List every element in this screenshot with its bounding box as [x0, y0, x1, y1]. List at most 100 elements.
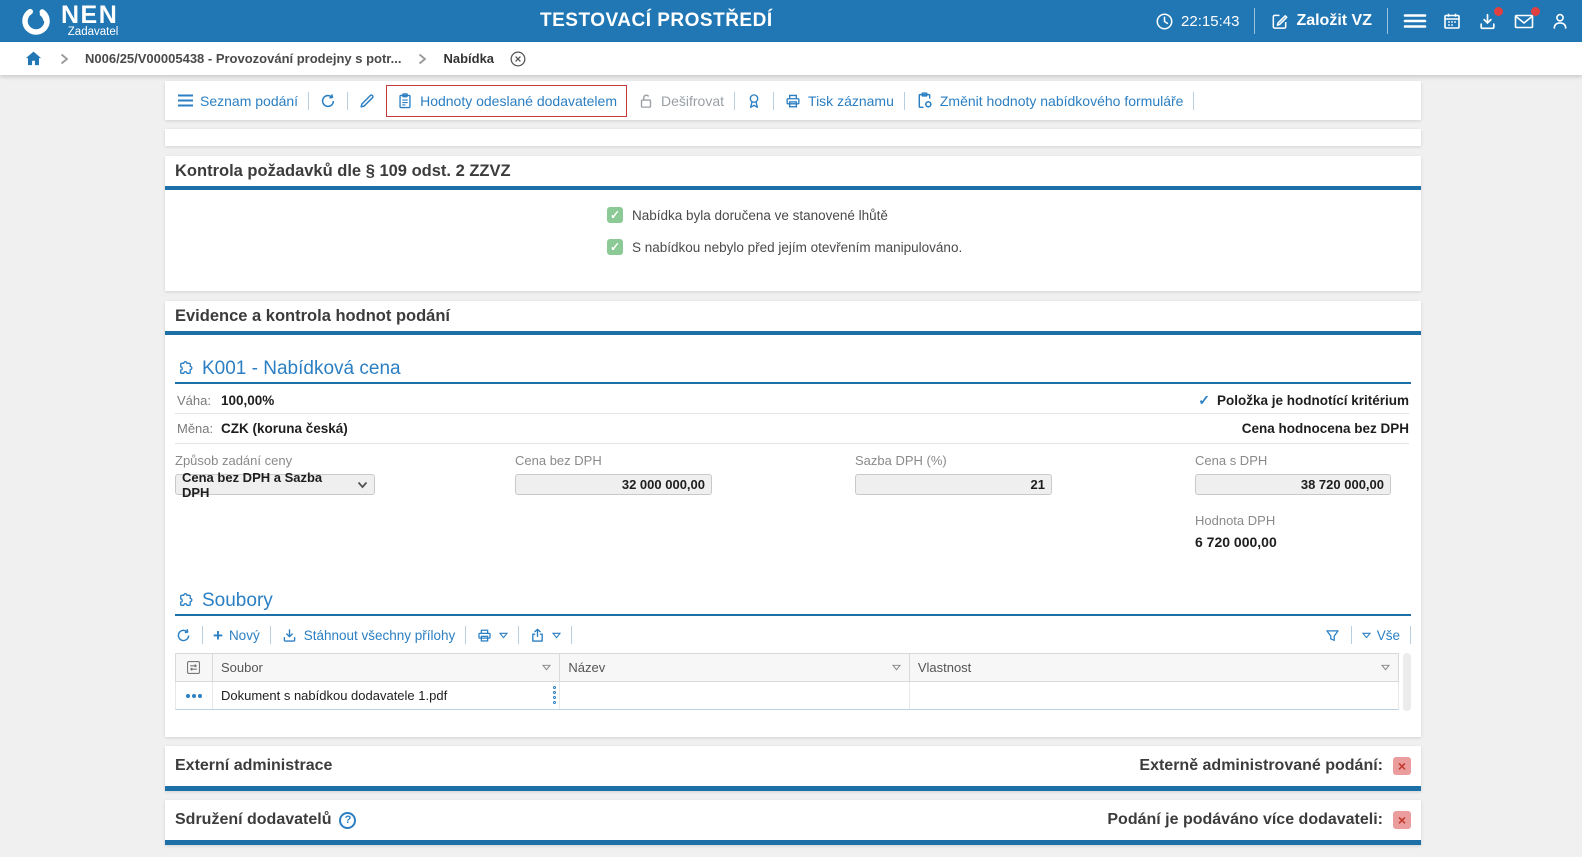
kontrola-section: Kontrola požadavků dle § 109 odst. 2 ZZV… [165, 156, 1421, 291]
clock-icon [1155, 12, 1174, 31]
hodnoty-odeslane-button[interactable]: Hodnoty odeslané dodavatelem [386, 85, 627, 117]
tisk-zaznamu-button[interactable]: Tisk záznamu [784, 92, 894, 110]
messages-button[interactable] [1513, 11, 1535, 31]
column-header-nazev[interactable]: Název [560, 654, 909, 681]
hamburger-icon [1403, 11, 1427, 31]
toolbar-divider [734, 92, 735, 110]
zpusob-zadani-select[interactable]: Cena bez DPH a Sazba DPH [175, 474, 375, 495]
zmenit-hodnoty-label: Změnit hodnoty nabídkového formuláře [940, 93, 1184, 109]
column-header-soubor[interactable]: Soubor [213, 654, 560, 681]
column-filter-icon[interactable] [542, 664, 551, 671]
toolbar-divider [518, 626, 519, 644]
sdruzeni-title: Sdružení dodavatelů ? [175, 811, 356, 829]
row-menu-cell[interactable] [176, 682, 213, 709]
breadcrumb-case-link[interactable]: N006/25/V00005438 - Provozování prodejny… [85, 51, 401, 66]
seznam-podani-button[interactable]: Seznam podání [177, 93, 298, 109]
row-vlastnost-cell[interactable] [910, 682, 1398, 709]
row-menu-icon [186, 694, 202, 698]
table-row[interactable]: Dokument s nabídkou dodavatele 1.pdf [175, 682, 1399, 710]
sdruzeni-dodavatelu-section: Sdružení dodavatelů ? Podání je podáváno… [165, 800, 1421, 845]
edit-button[interactable] [358, 92, 376, 110]
mena-row: Měna: CZK (koruna česká) Cena hodnocena … [175, 414, 1409, 444]
stahnout-prilohy-label: Stáhnout všechny přílohy [304, 628, 456, 643]
cena-bez-dph-field: Cena bez DPH 32 000 000,00 [515, 453, 712, 495]
soubory-filter-tools: Vše [1324, 626, 1411, 644]
row-soubor-cell[interactable]: Dokument s nabídkou dodavatele 1.pdf [213, 682, 560, 709]
soubory-print-button[interactable] [476, 627, 508, 644]
check-label: Nabídka byla doručena ve stanovené lhůtě [632, 208, 888, 223]
sazba-dph-label: Sazba DPH (%) [855, 453, 1052, 468]
row-nazev-cell[interactable] [560, 682, 909, 709]
unlock-icon [637, 92, 655, 110]
k001-title: K001 - Nabídková cena [202, 358, 401, 380]
cena-bez-dph-input[interactable]: 32 000 000,00 [515, 474, 712, 495]
messages-notification-badge [1531, 7, 1540, 16]
soubory-refresh-button[interactable] [175, 627, 192, 644]
award-button[interactable] [745, 92, 763, 110]
cena-s-dph-field: Cena s DPH 38 720 000,00 [1195, 453, 1391, 495]
zpusob-zadani-field: Způsob zadání ceny Cena bez DPH a Sazba … [175, 453, 375, 495]
printer-icon [784, 92, 802, 110]
mena-label: Měna: [175, 421, 221, 436]
hodnota-dph-field: Hodnota DPH 6 720 000,00 [1195, 513, 1277, 550]
externi-flag: Externě administrované podání: × [1139, 757, 1411, 775]
collapsed-section-strip [165, 129, 1421, 146]
breadcrumb-current-page: Nabídka [443, 51, 494, 66]
externi-title: Externí administrace [175, 757, 332, 775]
cena-s-dph-input[interactable]: 38 720 000,00 [1195, 474, 1391, 495]
zpusob-zadani-value: Cena bez DPH a Sazba DPH [182, 470, 351, 500]
header-divider [1254, 8, 1255, 34]
column-filter-icon[interactable] [1381, 664, 1390, 671]
table-settings-cell[interactable] [176, 654, 213, 681]
create-vz-button[interactable]: Založit VZ [1270, 12, 1372, 31]
dropdown-triangle-icon [552, 632, 561, 639]
novy-button[interactable]: + Nový [213, 627, 260, 644]
stahnout-prilohy-button[interactable]: Stáhnout všechny přílohy [281, 627, 456, 644]
seznam-podani-label: Seznam podání [200, 93, 298, 109]
refresh-button[interactable] [319, 92, 337, 110]
puzzle-icon [175, 592, 194, 611]
table-scrollbar[interactable] [1403, 653, 1411, 711]
clipboard-gear-icon [915, 91, 934, 110]
red-cross-icon: × [1393, 757, 1411, 775]
red-cross-icon: × [1393, 811, 1411, 829]
filter-button[interactable] [1324, 627, 1341, 644]
column-header-vlastnost[interactable]: Vlastnost [910, 654, 1398, 681]
drag-handle-icon[interactable] [553, 686, 556, 704]
soubory-toolbar: + Nový Stáhnout všechny přílohy [175, 622, 1411, 648]
sdruzeni-flag-label: Podání je podáváno více dodavateli: [1107, 811, 1383, 829]
hodnoty-odeslane-label: Hodnoty odeslané dodavatelem [420, 93, 617, 109]
sazba-dph-field: Sazba DPH (%) 21 [855, 453, 1052, 495]
ribbon-icon [745, 92, 763, 110]
main-menu-button[interactable] [1403, 11, 1427, 31]
toolbar-divider [347, 92, 348, 110]
sazba-dph-input[interactable]: 21 [855, 474, 1052, 495]
cena-s-dph-label: Cena s DPH [1195, 453, 1391, 468]
column-filter-icon[interactable] [892, 664, 901, 671]
current-time: 22:15:43 [1181, 13, 1239, 30]
calendar-button[interactable] [1442, 11, 1462, 31]
close-tab-icon[interactable] [509, 50, 527, 68]
desifrovat-button[interactable]: Dešifrovat [637, 92, 724, 110]
breadcrumb: N006/25/V00005438 - Provozování prodejny… [0, 42, 1582, 75]
soubory-export-button[interactable] [529, 627, 561, 644]
user-profile-button[interactable] [1550, 11, 1570, 31]
vse-filter-button[interactable]: Vše [1362, 628, 1400, 643]
vaha-row: Váha: 100,00% ✓ Položka je hodnotící kri… [175, 388, 1409, 414]
toolbar-divider [308, 92, 309, 110]
hodnota-dph-label: Hodnota DPH [1195, 513, 1277, 528]
kriterium-flag: ✓ Položka je hodnotící kritérium [1198, 392, 1409, 409]
zmenit-hodnoty-button[interactable]: Změnit hodnoty nabídkového formuláře [915, 91, 1184, 110]
help-icon[interactable]: ? [339, 812, 356, 829]
downloads-button[interactable] [1477, 11, 1498, 32]
kriterium-label: Položka je hodnotící kritérium [1217, 393, 1409, 408]
sdruzeni-title-label: Sdružení dodavatelů [175, 811, 331, 829]
column-header-label: Vlastnost [918, 660, 1381, 675]
toolbar-divider [270, 626, 271, 644]
home-icon[interactable] [24, 49, 43, 68]
soubory-subsection-header: Soubory [175, 588, 1411, 616]
externi-flag-label: Externě administrované podání: [1139, 757, 1383, 775]
clipboard-icon [396, 92, 414, 110]
nen-logo[interactable]: NEN Zadavatel [20, 0, 118, 42]
hodnocena-flag: Cena hodnocena bez DPH [1242, 421, 1409, 436]
